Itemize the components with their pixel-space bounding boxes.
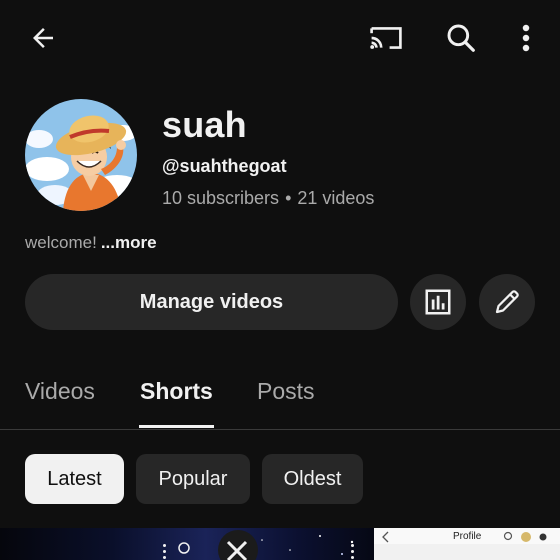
analytics-button[interactable] [410,274,466,330]
short-thumbnail[interactable]: Profile [374,528,560,560]
filter-chip-oldest[interactable]: Oldest [262,454,363,504]
analytics-icon [425,289,451,315]
pencil-icon [495,290,519,314]
edit-button[interactable] [479,274,535,330]
top-app-bar [0,0,560,76]
channel-avatar[interactable] [25,99,137,211]
stats-separator: • [285,188,292,208]
manage-videos-button[interactable]: Manage videos [25,274,398,330]
short-thumbnail-label: Profile [453,531,482,542]
channel-handle: @suahthegoat [162,156,287,176]
active-tab-indicator [139,425,214,428]
channel-tabs: Videos Shorts Posts [0,352,560,430]
short-thumbnail[interactable] [0,528,374,560]
tab-posts[interactable]: Posts [257,378,315,405]
filter-chip-popular[interactable]: Popular [136,454,250,504]
back-arrow-icon[interactable] [19,14,67,62]
more-vert-icon[interactable] [502,14,550,62]
short-more-icon[interactable] [163,544,167,560]
description-more-link[interactable]: ...more [101,233,157,252]
video-count: 21 videos [297,188,375,208]
short-more-icon[interactable] [351,544,355,560]
description-text: welcome! [25,233,97,252]
tab-videos[interactable]: Videos [25,378,95,405]
channel-name: suah [162,104,247,145]
search-icon[interactable] [437,14,485,62]
cast-icon[interactable] [362,14,410,62]
channel-stats: 10 subscribers • 21 videos [162,188,374,209]
shorts-grid: Profile [0,528,560,560]
tab-shorts[interactable]: Shorts [140,378,213,405]
channel-description[interactable]: welcome! ...more [25,233,157,253]
subscriber-count: 10 subscribers [162,188,280,208]
filter-chip-latest[interactable]: Latest [25,454,124,504]
